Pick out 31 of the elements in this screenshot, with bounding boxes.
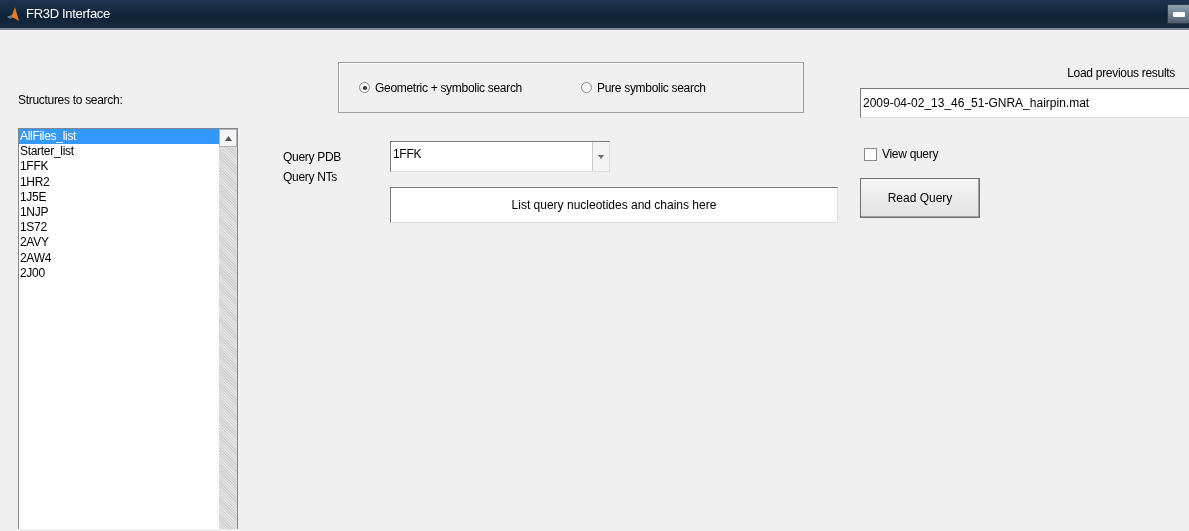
list-item[interactable]: 2AVY	[19, 235, 219, 251]
query-nts-field[interactable]: List query nucleotides and chains here	[390, 187, 838, 223]
up-arrow-icon	[224, 135, 232, 141]
app-logo-icon	[6, 6, 20, 22]
view-query-checkbox[interactable]	[864, 147, 877, 161]
read-query-button[interactable]: Read Query	[860, 178, 980, 218]
list-item[interactable]: 1NJP	[19, 205, 219, 221]
list-item[interactable]: 2J00	[19, 265, 219, 282]
checkbox-label: View query	[882, 146, 939, 163]
list-item[interactable]: 1FFK	[19, 159, 219, 175]
radio-button[interactable]	[359, 82, 370, 93]
field-label: Query NTs	[283, 169, 338, 186]
list-item[interactable]: 1HR2	[19, 174, 219, 190]
field-label: Query PDB	[283, 148, 342, 166]
list-label: Structures to search:	[18, 92, 124, 109]
radio-label: Pure symbolic search	[597, 79, 706, 97]
dropdown-arrow-icon	[598, 154, 604, 159]
list-item[interactable]: Starter_list	[19, 144, 219, 160]
list-item[interactable]: 2AW4	[19, 250, 219, 266]
previous-results-field[interactable]: 2009-04-02_13_46_51-GNRA_hairpin.mat	[860, 88, 1189, 118]
structure-list[interactable]: AllFiles_list Starter_list 1FFK 1HR2 1J5E 1NJP 1S72 2AVY 2AW4 2J00	[18, 128, 238, 529]
query-pdb-dropdown[interactable]: 1FFK	[390, 141, 610, 172]
radio-button[interactable]	[581, 82, 592, 93]
radio-label: Geometric + symbolic search	[375, 79, 522, 97]
list-item[interactable]: 1J5E	[19, 189, 219, 205]
load-previous-label: Load previous results	[1066, 65, 1176, 82]
window-title: FR3D Interface	[26, 5, 110, 24]
scroll-up-button[interactable]	[219, 129, 237, 147]
list-item[interactable]: 1S72	[19, 220, 219, 236]
scrollbar[interactable]	[219, 129, 237, 529]
minimize-button[interactable]	[1167, 4, 1189, 24]
